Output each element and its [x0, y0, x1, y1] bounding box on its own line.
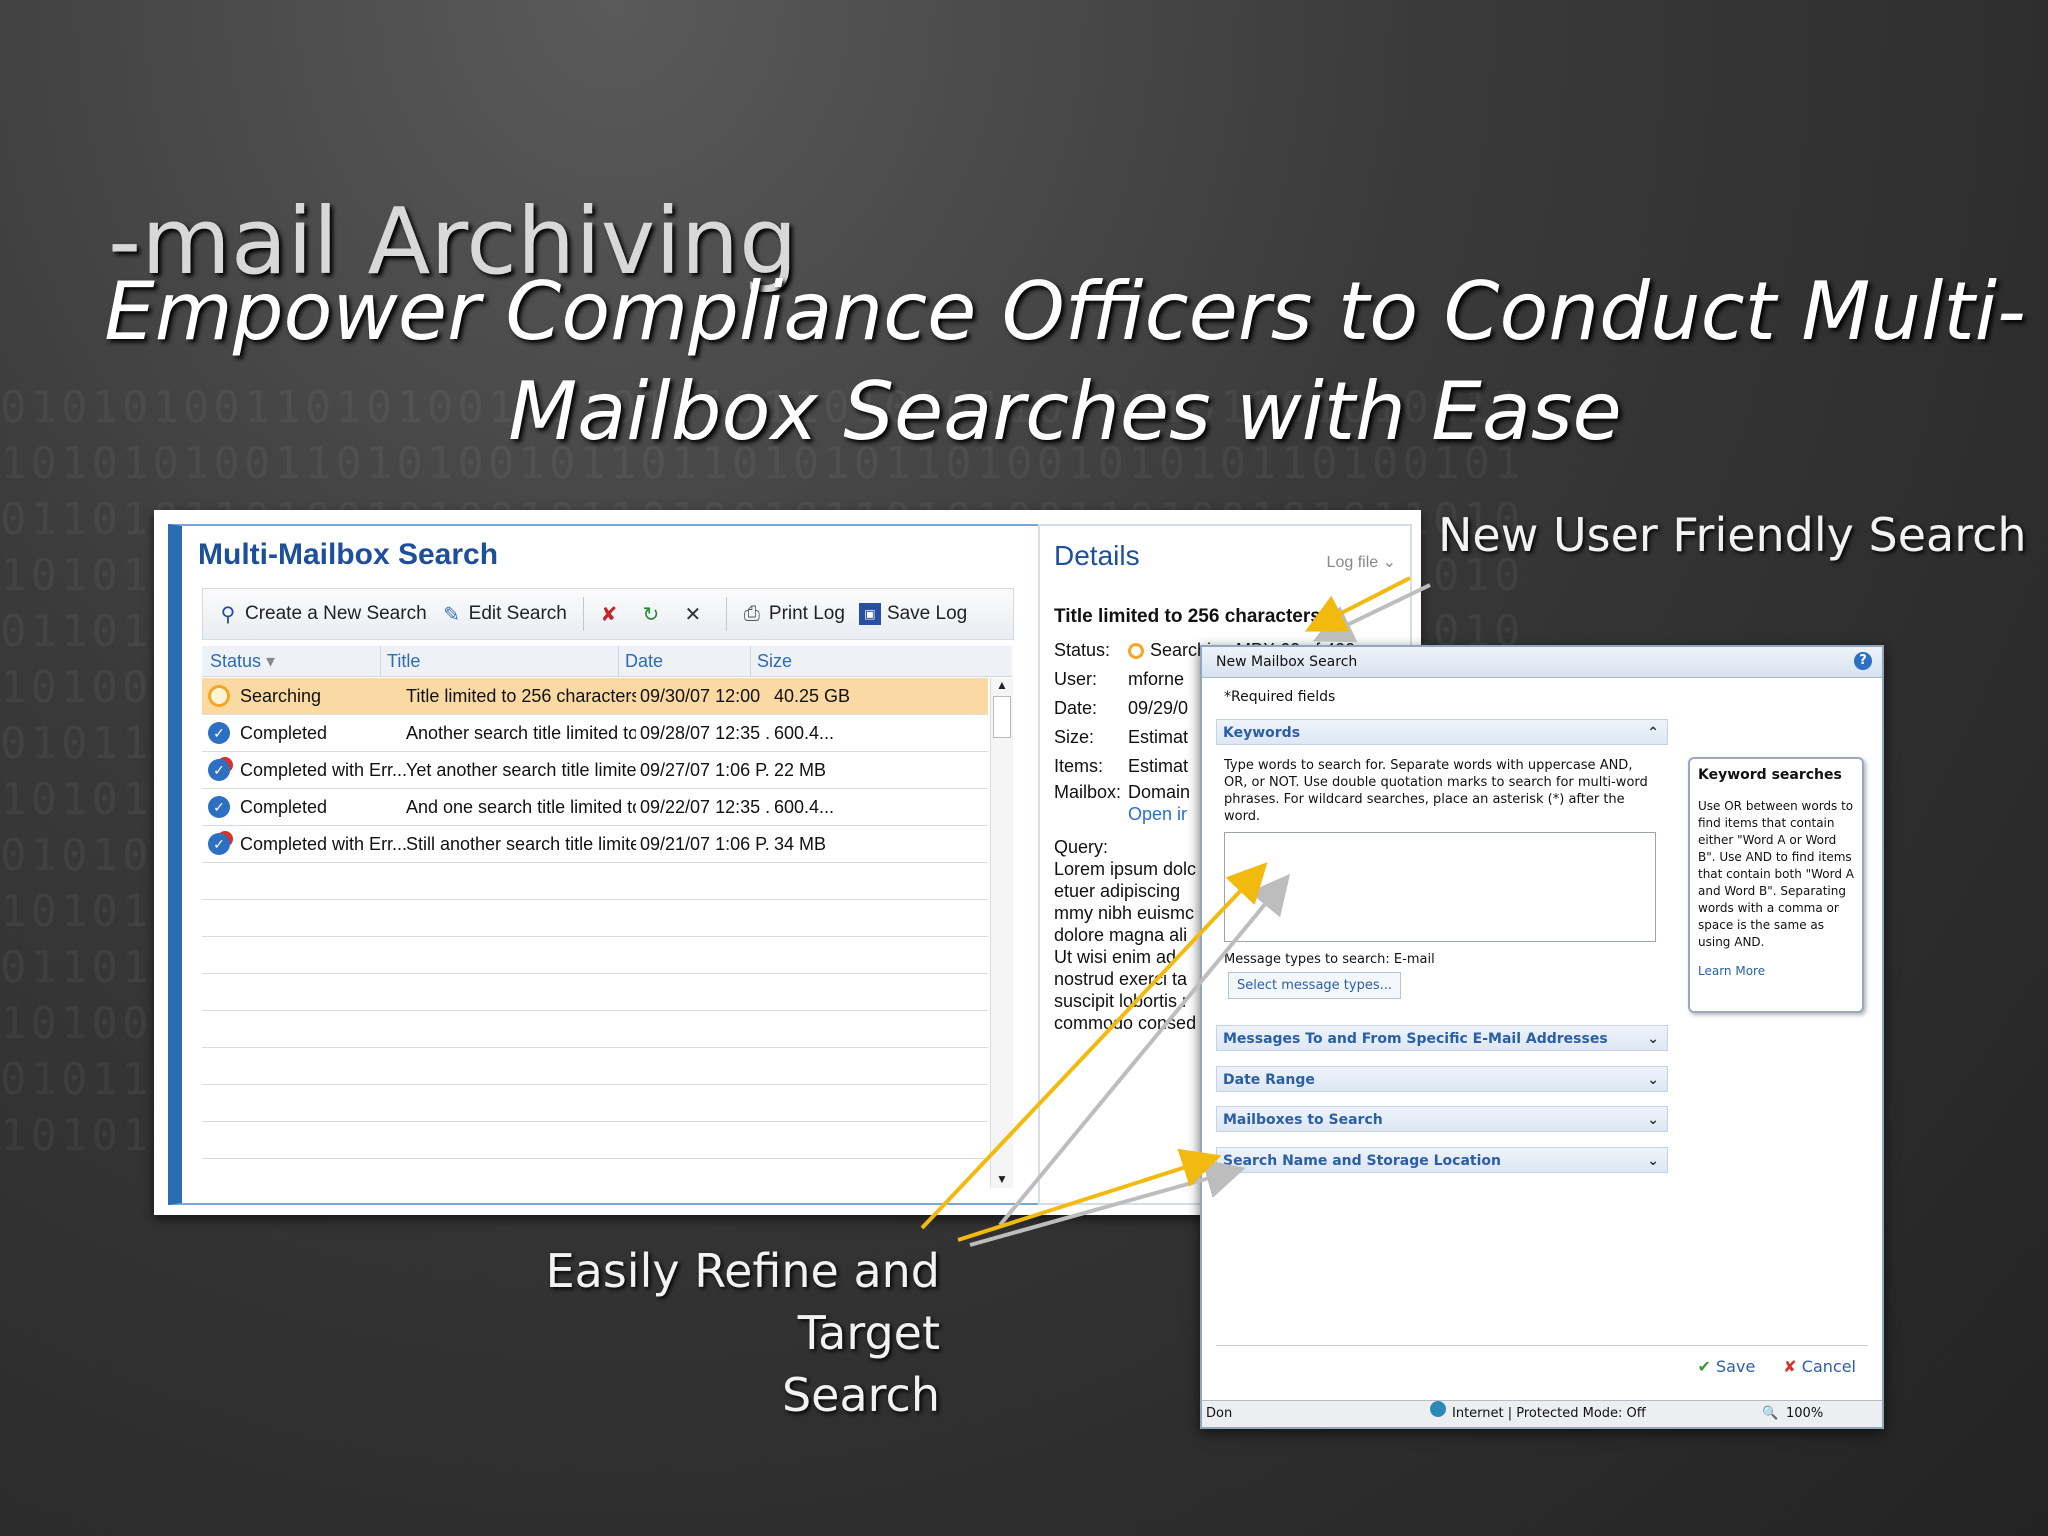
arrow-shadow	[969, 1159, 1246, 1247]
callout-line-1: Easily Refine and Target	[545, 1244, 940, 1360]
arrow-to-search-name	[957, 1148, 1222, 1242]
arrow-to-keywords	[920, 862, 1268, 1230]
arrow-shadow	[998, 873, 1291, 1227]
callout-arrows	[920, 576, 1431, 1247]
arrow-shadow	[1312, 583, 1431, 643]
callout-line-2: Search	[781, 1368, 940, 1422]
callout-refine-search: Easily Refine and Target Search	[420, 1240, 940, 1426]
callout-new-search: New User Friendly Search	[1438, 508, 2027, 562]
